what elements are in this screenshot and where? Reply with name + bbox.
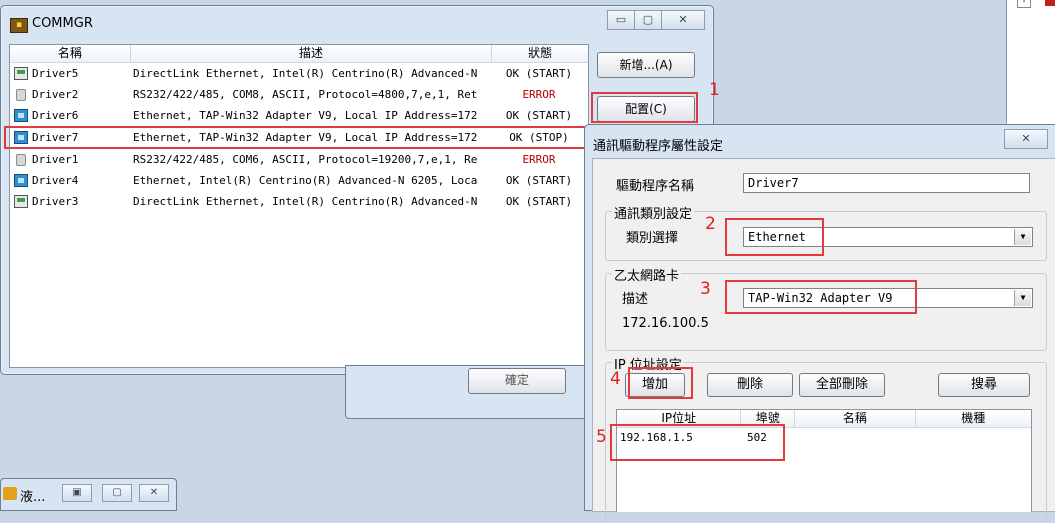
driver-description: RS232/422/485, COM6, ASCII, Protocol=192… [133,153,478,166]
driver-name: Driver5 [32,67,79,80]
driver-name: Driver6 [32,109,79,122]
commgr-app-icon: ▪ [10,18,28,33]
driver-name: Driver3 [32,195,79,208]
network-icon [14,109,28,122]
column-header-name[interactable]: 名稱 [10,45,131,62]
driver-list[interactable]: 名稱 描述 狀態 Driver5 DirectLink Ethernet, In… [4,44,592,368]
table-row[interactable]: Driver4 Ethernet, Intel(R) Centrino(R) A… [10,170,588,191]
highlight-config-button [591,92,698,123]
driver-name: Driver7 [32,131,79,144]
annotation-number: 2 [705,214,716,234]
close-icon[interactable]: ✕ [139,484,169,502]
highlight-type-select [725,218,824,256]
background-dialog: 確定 [345,365,587,419]
serial-port-icon [16,153,26,166]
driver-status: OK (START) [505,109,573,122]
driver-status: OK (START) [505,195,573,208]
minimized-window-label: 液... [20,490,46,505]
local-ip-text: 172.16.100.5 [622,316,709,331]
type-label: 類別選擇 [626,231,679,246]
driver-status: OK (START) [505,67,573,80]
delete-ip-button[interactable]: 刪除 [707,373,793,397]
driver-status: OK (STOP) [509,131,569,144]
annotation-number: 1 [709,80,720,100]
direct-link-icon [14,195,28,208]
network-icon [14,131,28,144]
column-header-model[interactable]: 機種 [916,410,1031,427]
column-header-name[interactable]: 名稱 [795,410,916,427]
direct-link-icon [14,67,28,80]
expand-icon[interactable]: + [1017,0,1031,8]
annotation-number: 3 [700,279,711,299]
driver-name-label: 驅動程序名稱 [616,179,695,194]
driver-description: Ethernet, Intel(R) Centrino(R) Advanced-… [133,174,478,187]
driver-name: Driver2 [32,88,79,101]
minimize-button[interactable]: ▭ [607,10,635,30]
chevron-down-icon[interactable]: ▼ [1014,290,1031,306]
driver-status: ERROR [522,88,556,101]
serial-port-icon [16,88,26,101]
column-header-description[interactable]: 描述 [131,45,493,62]
description-label: 描述 [622,292,649,307]
comm-type-group: 通訊類別設定 類別選擇 Ethernet ▼ [605,203,1047,261]
minimized-window[interactable]: 液... ▣ ▢ ✕ [0,478,177,511]
annotation-number: 4 [610,369,621,389]
table-row-selected[interactable]: Driver7 Ethernet, TAP-Win32 Adapter V9, … [4,126,592,149]
group-title: 乙太網路卡 [612,265,682,284]
add-driver-button[interactable]: 新增...(A) [597,52,695,78]
driver-status: OK (START) [505,174,573,187]
group-title: 通訊類別設定 [612,203,695,222]
dialog-close-button[interactable]: ✕ [1004,129,1048,149]
driver-description: Ethernet, TAP-Win32 Adapter V9, Local IP… [133,131,478,144]
driver-name: Driver1 [32,153,79,166]
search-ip-button[interactable]: 搜尋 [938,373,1030,397]
driver-status: ERROR [522,153,556,166]
delete-all-ip-button[interactable]: 全部刪除 [799,373,885,397]
ok-button[interactable]: 確定 [468,368,566,394]
maximize-button[interactable]: ▢ [634,10,662,30]
title-bar[interactable]: ▪ COMMGR ▭ ▢ ✕ [1,6,713,34]
driver-description: Ethernet, TAP-Win32 Adapter V9, Local IP… [133,109,478,122]
app-icon [3,487,17,500]
red-app-icon [1045,0,1055,6]
window-title: COMMGR [32,16,93,31]
close-button[interactable]: ✕ [661,10,705,30]
list-header: 名稱 描述 狀態 [10,45,588,63]
driver-name: Driver4 [32,174,79,187]
restore-icon[interactable]: ▣ [62,484,92,502]
dialog-title: 通訊驅動程序屬性設定 [593,139,724,154]
column-header-status[interactable]: 狀態 [492,45,588,62]
driver-description: RS232/422/485, COM8, ASCII, Protocol=480… [133,88,478,101]
highlight-adapter-select [725,280,917,314]
maximize-icon[interactable]: ▢ [102,484,132,502]
network-icon [14,174,28,187]
chevron-down-icon[interactable]: ▼ [1014,229,1031,245]
driver-name-field[interactable]: Driver7 [743,173,1030,193]
annotation-number: 5 [596,427,607,447]
table-row[interactable]: Driver6 Ethernet, TAP-Win32 Adapter V9, … [10,105,588,126]
driver-description: DirectLink Ethernet, Intel(R) Centrino(R… [133,195,478,208]
highlight-ip-row [610,424,785,461]
table-row[interactable]: Driver5 DirectLink Ethernet, Intel(R) Ce… [10,63,588,84]
table-row[interactable]: Driver1 RS232/422/485, COM6, ASCII, Prot… [10,149,588,170]
driver-description: DirectLink Ethernet, Intel(R) Centrino(R… [133,67,478,80]
table-row[interactable]: Driver2 RS232/422/485, COM8, ASCII, Prot… [10,84,588,105]
highlight-add-button [628,367,693,399]
table-row[interactable]: Driver3 DirectLink Ethernet, Intel(R) Ce… [10,191,588,212]
